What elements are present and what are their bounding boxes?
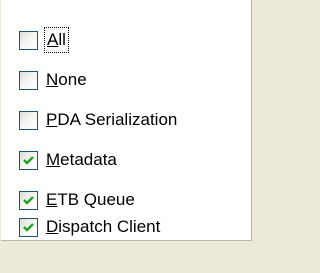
option-all-label: All xyxy=(44,27,69,53)
option-pda-serialization[interactable]: PDA Serialization xyxy=(19,107,177,133)
checkmark-icon xyxy=(23,155,34,165)
checkmark-icon xyxy=(23,222,34,232)
checkbox-none[interactable] xyxy=(19,70,38,90)
option-dispatch-client[interactable]: Dispatch Client xyxy=(19,214,160,240)
checkbox-dispatch-client[interactable] xyxy=(19,217,38,237)
checkbox-list-panel: All None PDA Serialization Metadata ETB … xyxy=(1,0,252,241)
checkbox-pda-serialization[interactable] xyxy=(19,110,38,130)
option-all[interactable]: All xyxy=(19,27,69,53)
option-metadata[interactable]: Metadata xyxy=(19,147,117,173)
checkbox-etb-queue[interactable] xyxy=(19,190,38,210)
checkbox-all[interactable] xyxy=(19,30,38,50)
option-etb-queue-label: ETB Queue xyxy=(46,190,135,209)
option-metadata-label: Metadata xyxy=(46,150,117,169)
option-etb-queue[interactable]: ETB Queue xyxy=(19,187,135,213)
option-pda-serialization-label: PDA Serialization xyxy=(46,110,178,129)
option-none-label: None xyxy=(46,70,87,89)
checkbox-metadata[interactable] xyxy=(19,150,38,170)
option-dispatch-client-label: Dispatch Client xyxy=(46,217,161,236)
option-none[interactable]: None xyxy=(19,67,87,93)
checkmark-icon xyxy=(23,195,34,205)
